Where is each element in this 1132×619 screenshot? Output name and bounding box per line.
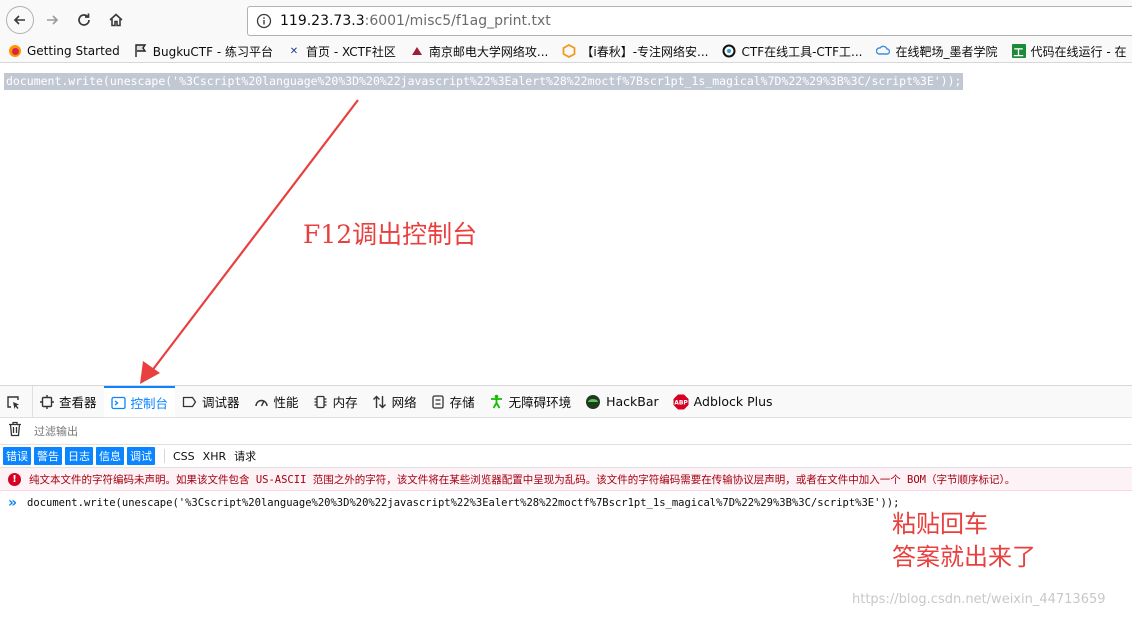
filter-requests[interactable]: 请求 — [234, 448, 256, 464]
adblock-icon: ABP — [673, 394, 689, 410]
element-picker-button[interactable] — [0, 386, 33, 417]
filter-info[interactable]: 信息 — [96, 447, 124, 465]
tab-performance[interactable]: 性能 — [247, 386, 306, 417]
annotation-paste-enter: 粘贴回车 答案就出来了 — [892, 508, 1036, 574]
annotation-line-2: 答案就出来了 — [892, 543, 1036, 571]
console-filter-bar — [0, 418, 1132, 445]
tab-inspector[interactable]: 查看器 — [33, 386, 104, 417]
annotation-f12: F12调出控制台 — [303, 220, 478, 249]
tab-debugger[interactable]: 调试器 — [175, 386, 247, 417]
filter-css[interactable]: CSS — [173, 450, 195, 463]
accessibility-icon — [489, 394, 504, 409]
devtools-tabbar: 查看器 控制台 调试器 性能 内存 网络 存储 无障碍环境 HackBar AB… — [0, 386, 1132, 418]
performance-icon — [254, 395, 269, 409]
filter-separator — [164, 449, 165, 463]
tab-accessibility[interactable]: 无障碍环境 — [482, 386, 579, 417]
debugger-icon — [182, 395, 197, 409]
console-prompt-icon: » — [8, 495, 18, 511]
filter-xhr[interactable]: XHR — [203, 450, 226, 463]
storage-icon — [431, 394, 445, 409]
clear-console-button[interactable] — [8, 421, 22, 441]
network-icon — [372, 395, 387, 409]
tab-network[interactable]: 网络 — [365, 386, 424, 417]
filter-output-input[interactable] — [34, 424, 234, 438]
watermark: https://blog.csdn.net/weixin_44713659 — [852, 592, 1106, 607]
console-error-message: ! 纯文本文件的字符编码未声明。如果该文件包含 US-ASCII 范围之外的字符… — [0, 468, 1132, 491]
svg-text:ABP: ABP — [674, 399, 688, 406]
tab-console[interactable]: 控制台 — [103, 386, 176, 417]
tab-hackbar[interactable]: HackBar — [578, 386, 666, 417]
tab-adblock-plus[interactable]: ABP Adblock Plus — [666, 386, 780, 417]
console-input-text[interactable]: document.write(unescape('%3Cscript%20lan… — [27, 497, 899, 509]
filter-warnings[interactable]: 警告 — [34, 447, 62, 465]
console-level-filters: 错误 警告 日志 信息 调试 CSS XHR 请求 — [0, 445, 1132, 468]
tab-storage[interactable]: 存储 — [424, 386, 482, 417]
tab-memory[interactable]: 内存 — [306, 386, 365, 417]
inspector-icon — [40, 394, 54, 409]
hackbar-icon — [585, 394, 601, 410]
annotation-line-1: 粘贴回车 — [892, 510, 988, 538]
error-icon: ! — [8, 472, 21, 486]
filter-errors[interactable]: 错误 — [3, 447, 31, 465]
console-icon — [110, 396, 126, 410]
filter-logs[interactable]: 日志 — [65, 447, 93, 465]
trash-icon — [9, 421, 21, 437]
devtools-panel: 查看器 控制台 调试器 性能 内存 网络 存储 无障碍环境 HackBar AB… — [0, 385, 1132, 619]
element-picker-icon — [5, 394, 21, 410]
memory-icon — [313, 395, 328, 409]
filter-debug[interactable]: 调试 — [127, 447, 155, 465]
error-text: 纯文本文件的字符编码未声明。如果该文件包含 US-ASCII 范围之外的字符，该… — [29, 473, 1016, 486]
